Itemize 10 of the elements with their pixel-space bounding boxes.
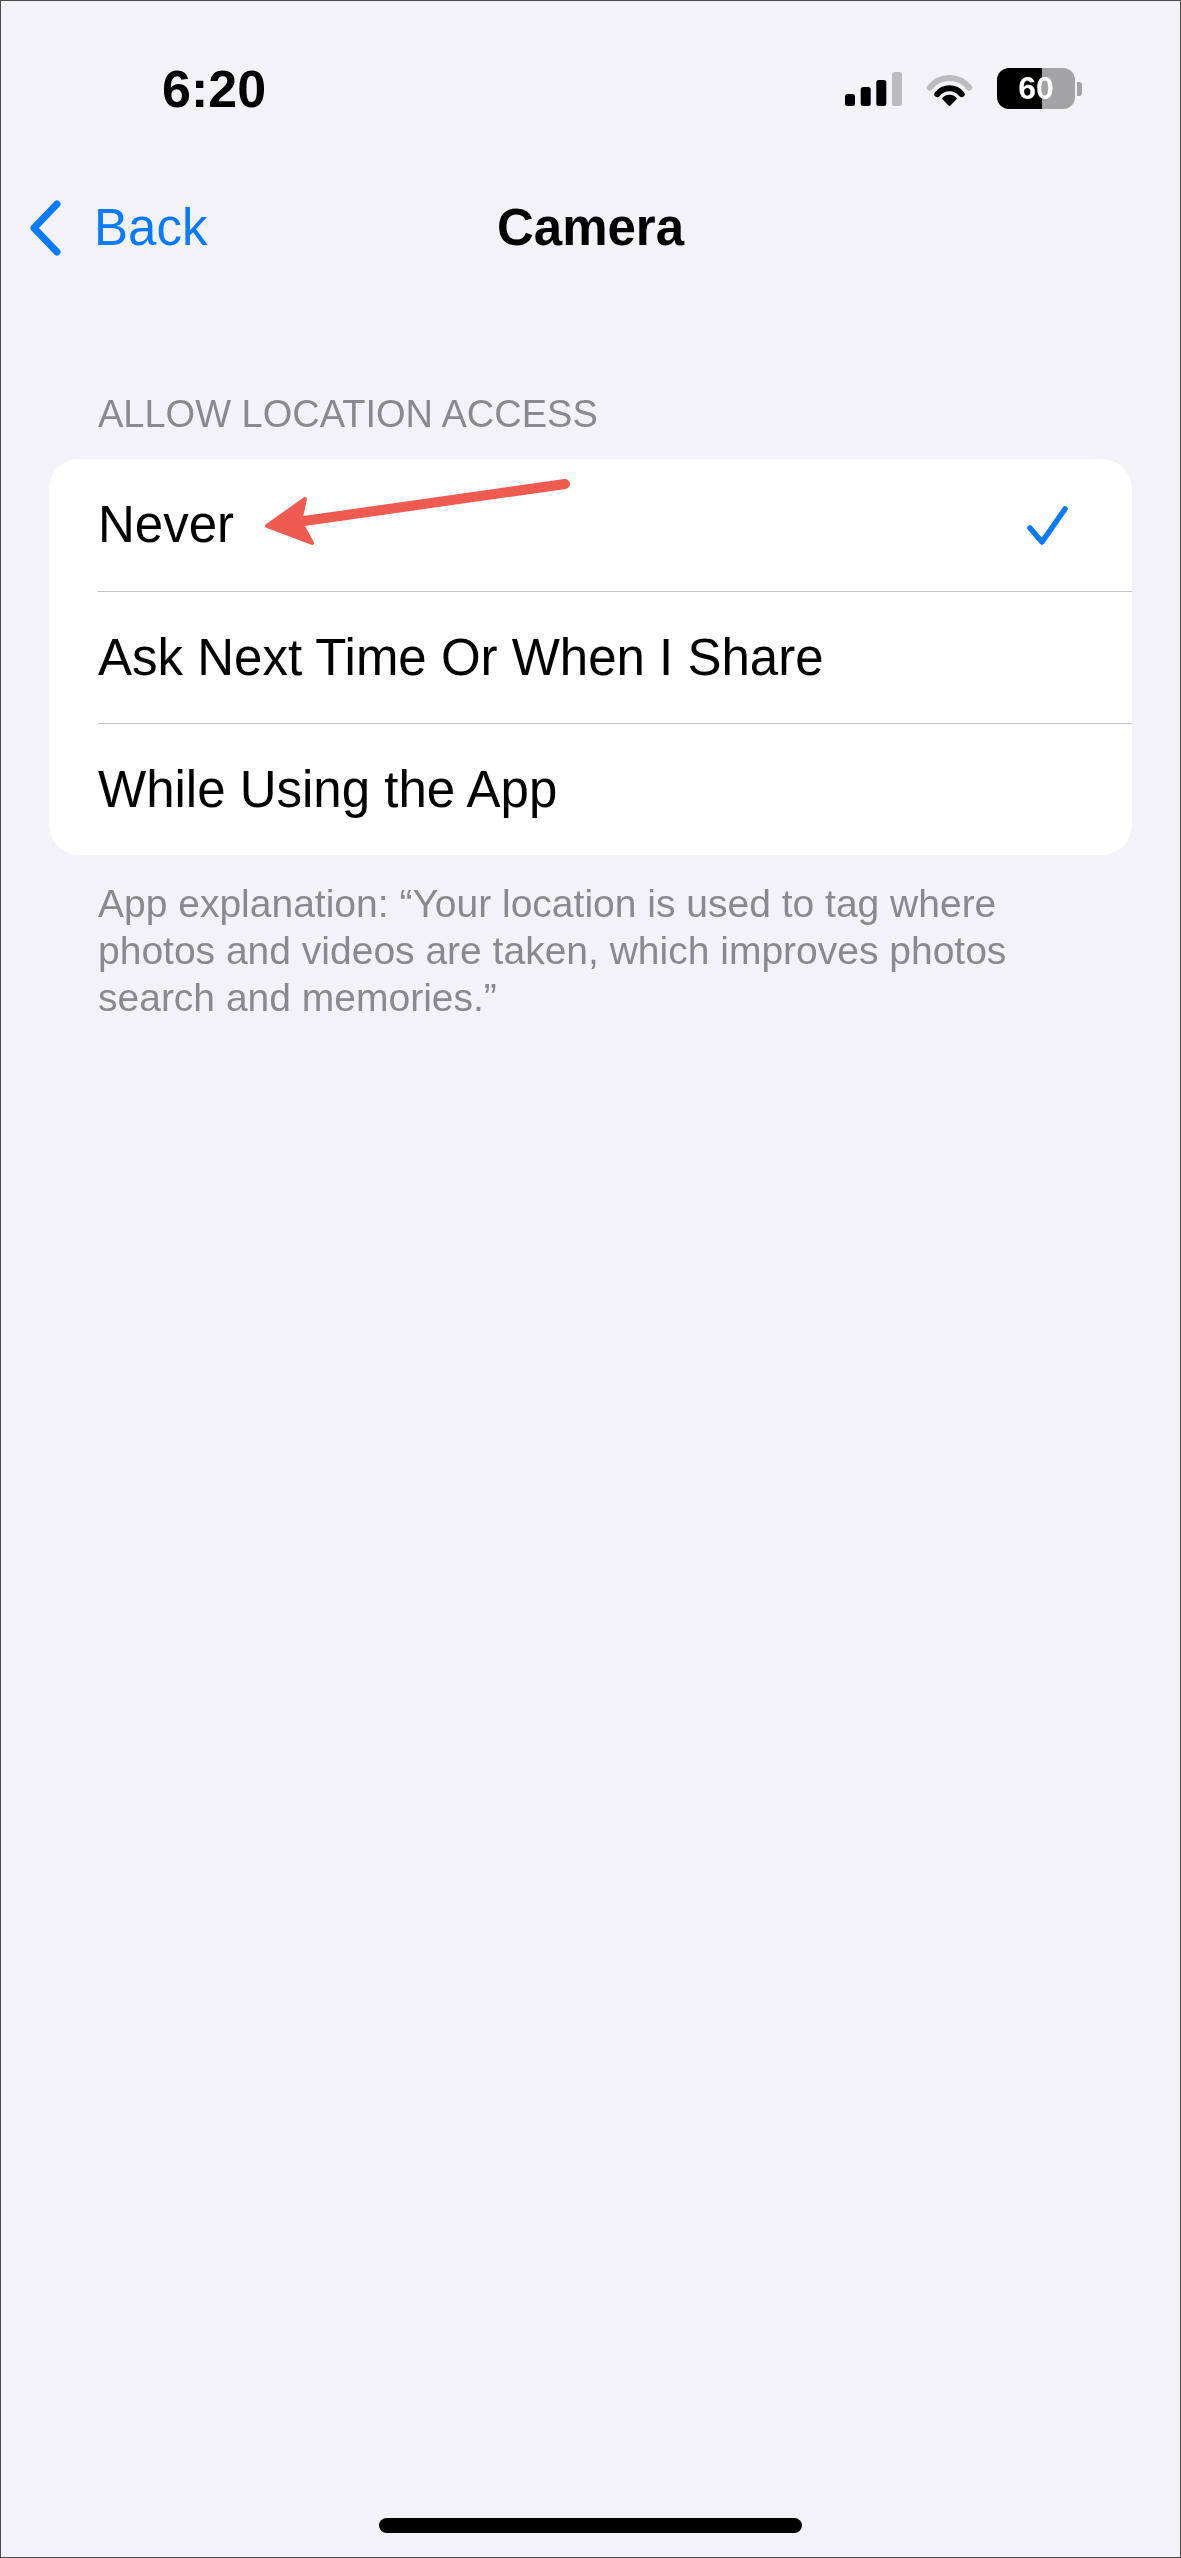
- option-row[interactable]: While Using the App: [49, 723, 1132, 855]
- status-time: 6:20: [162, 58, 267, 119]
- footer-note: App explanation: “Your location is used to tag where photos and videos are taken, which improves photos search and memories.”: [98, 881, 1008, 1021]
- signal-icon: [845, 71, 902, 106]
- option-row[interactable]: Ask Next Time Or When I Share: [49, 591, 1132, 723]
- chevron-left-icon: [29, 200, 62, 256]
- back-button[interactable]: Back: [29, 198, 208, 258]
- section-header: ALLOW LOCATION ACCESS: [98, 392, 599, 437]
- nav-title: Camera: [496, 198, 685, 258]
- option-row[interactable]: Never: [49, 459, 1132, 591]
